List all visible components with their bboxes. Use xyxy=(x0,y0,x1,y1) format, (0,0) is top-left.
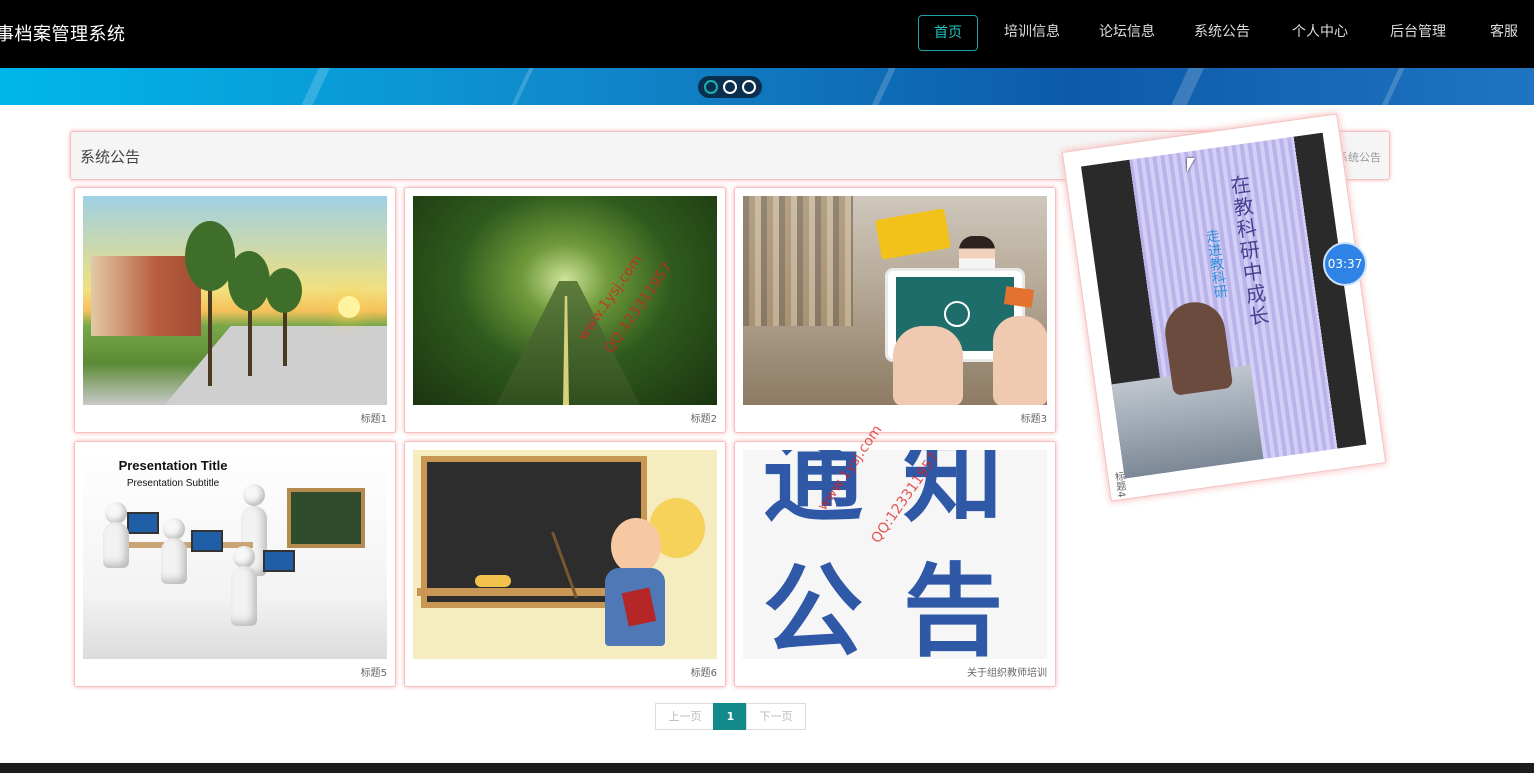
banner-carousel xyxy=(0,68,1534,105)
carousel-dot-3[interactable] xyxy=(742,80,756,94)
card-caption[interactable]: 标题5 xyxy=(361,664,387,679)
notice-char: 公 xyxy=(763,553,863,660)
pagination-page-1[interactable]: 1 xyxy=(713,703,748,730)
card-thumbnail-online-teaching xyxy=(743,196,1047,405)
announcement-card[interactable]: Presentation Title Presentation Subtitle… xyxy=(74,441,396,687)
floating-video-card[interactable]: 在教科研中成长 走进教科研 标题4 xyxy=(1061,113,1387,502)
nav-forum[interactable]: 论坛信息 xyxy=(1093,15,1161,49)
announcement-card[interactable]: 通 知 公 告 关于组织教师培训 xyxy=(734,441,1056,687)
thumbnail-subtitle-text: Presentation Subtitle xyxy=(126,478,220,489)
announcement-card[interactable]: 标题3 xyxy=(734,187,1056,433)
nav-home[interactable]: 首页 xyxy=(918,15,978,51)
nav-customer-service[interactable]: 客服 xyxy=(1484,15,1524,49)
announcement-card[interactable]: 标题2 xyxy=(404,187,726,433)
nav-announcements[interactable]: 系统公告 xyxy=(1188,15,1256,49)
pagination-prev[interactable]: 上一页 xyxy=(655,703,715,730)
carousel-indicators xyxy=(698,76,762,98)
pagination-next[interactable]: 下一页 xyxy=(746,703,806,730)
top-navbar: 事档案管理系统 首页 培训信息 论坛信息 系统公告 个人中心 后台管理 客服 xyxy=(0,0,1534,68)
mouse-cursor-icon xyxy=(1187,158,1195,172)
card-thumbnail-notice-graphic: 通 知 公 告 xyxy=(743,450,1047,659)
announcement-card[interactable]: 标题1 xyxy=(74,187,396,433)
announcement-card[interactable]: 标题6 xyxy=(404,441,726,687)
notice-char: 告 xyxy=(903,553,1003,660)
carousel-dot-2[interactable] xyxy=(723,80,737,94)
section-title: 系统公告 xyxy=(80,148,141,166)
video-timer-badge: 03:37 xyxy=(1323,242,1367,286)
card-caption[interactable]: 标题3 xyxy=(1021,410,1047,425)
thumbnail-title-text: Presentation Title xyxy=(118,458,228,473)
video-frame[interactable]: 在教科研中成长 走进教科研 xyxy=(1080,132,1367,479)
carousel-dot-1[interactable] xyxy=(704,80,718,94)
nav-personal-center[interactable]: 个人中心 xyxy=(1286,15,1354,49)
card-caption[interactable]: 标题2 xyxy=(691,410,717,425)
card-caption[interactable]: 关于组织教师培训 xyxy=(967,664,1047,679)
card-caption[interactable]: 标题1 xyxy=(361,410,387,425)
card-caption[interactable]: 标题6 xyxy=(691,664,717,679)
nav-admin[interactable]: 后台管理 xyxy=(1384,15,1452,49)
footer-bar xyxy=(0,763,1534,773)
card-thumbnail-teacher-cartoon xyxy=(413,450,717,659)
site-brand[interactable]: 事档案管理系统 xyxy=(0,20,126,46)
card-thumbnail-classroom-figures: Presentation Title Presentation Subtitle xyxy=(83,450,387,659)
nav-training[interactable]: 培训信息 xyxy=(998,15,1066,49)
card-thumbnail-tree-lined-road xyxy=(413,196,717,405)
card-thumbnail-campus-sunset xyxy=(83,196,387,405)
